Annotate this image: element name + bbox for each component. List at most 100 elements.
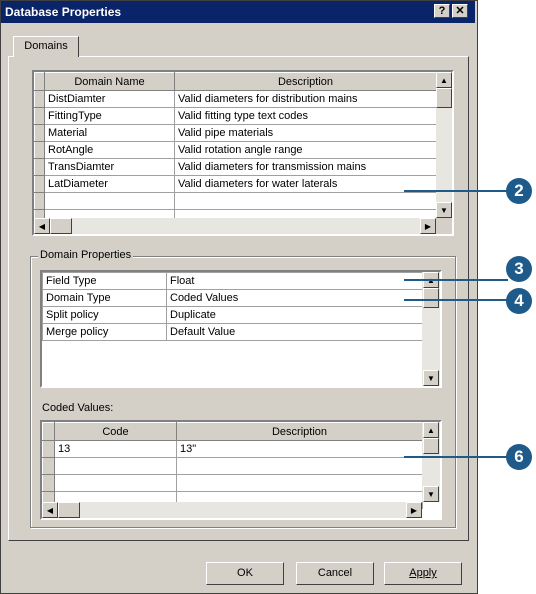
domain-name-cell[interactable] xyxy=(44,192,175,210)
scroll-right-arrow-icon[interactable]: ▶ xyxy=(420,218,436,234)
table-row[interactable]: Field Type Float xyxy=(42,272,423,290)
coded-values-label: Coded Values: xyxy=(42,402,114,414)
domain-description-cell[interactable]: Valid fitting type text codes xyxy=(174,107,437,125)
row-selector[interactable] xyxy=(34,175,45,193)
callout-badge: 3 xyxy=(506,256,532,282)
scroll-thumb[interactable] xyxy=(423,288,439,308)
ok-button[interactable]: OK xyxy=(206,562,284,585)
table-row[interactable]: LatDiameter Valid diameters for water lat… xyxy=(34,175,437,193)
callout-badge: 6 xyxy=(506,444,532,470)
property-value-cell[interactable]: Duplicate xyxy=(166,306,423,324)
scroll-thumb[interactable] xyxy=(50,218,72,234)
scroll-right-arrow-icon[interactable]: ▶ xyxy=(406,502,422,518)
property-value-cell[interactable]: Float xyxy=(166,272,423,290)
window-title: Database Properties xyxy=(5,5,122,19)
scroll-left-arrow-icon[interactable]: ◀ xyxy=(34,218,50,234)
tab-domains-label: Domains xyxy=(24,40,68,52)
row-selector-header xyxy=(42,422,55,441)
domain-description-cell[interactable]: Valid diameters for transmission mains xyxy=(174,158,437,176)
row-selector[interactable] xyxy=(34,107,45,125)
table-row[interactable]: Merge policy Default Value xyxy=(42,323,423,341)
table-row[interactable]: Split policy Duplicate xyxy=(42,306,423,324)
scroll-down-arrow-icon[interactable]: ▼ xyxy=(436,202,452,218)
domain-name-cell[interactable]: Material xyxy=(44,124,175,142)
property-value-cell[interactable]: Default Value xyxy=(166,323,423,341)
scroll-up-arrow-icon[interactable]: ▲ xyxy=(423,422,439,438)
table-row[interactable] xyxy=(34,192,437,210)
domain-properties-grid[interactable]: Field Type Float Domain Type Coded Values … xyxy=(40,270,442,388)
domains-vertical-scrollbar[interactable]: ▲ ▼ xyxy=(436,72,452,218)
column-header-domain-name[interactable]: Domain Name xyxy=(44,72,175,91)
scroll-down-arrow-icon[interactable]: ▼ xyxy=(423,486,439,502)
row-selector[interactable] xyxy=(34,192,45,210)
code-description-cell[interactable]: 13" xyxy=(176,440,423,458)
domain-description-cell[interactable]: Valid diameters for distribution mains xyxy=(174,90,437,108)
table-row[interactable]: 13 13" xyxy=(42,440,423,458)
properties-vertical-scrollbar[interactable]: ▲ ▼ xyxy=(422,272,440,386)
coded-values-grid[interactable]: Code Description 13 13" ▲ ▼ ◀ ▶ xyxy=(40,420,442,520)
domain-name-cell[interactable]: RotAngle xyxy=(44,141,175,159)
callout-badge: 4 xyxy=(506,288,532,314)
property-name-cell: Field Type xyxy=(42,272,167,290)
cancel-button[interactable]: Cancel xyxy=(296,562,374,585)
domain-description-cell[interactable]: Valid rotation angle range xyxy=(174,141,437,159)
domain-name-cell[interactable]: DistDiamter xyxy=(44,90,175,108)
table-row[interactable]: Material Valid pipe materials xyxy=(34,124,437,142)
domain-description-cell[interactable]: Valid diameters for water laterals xyxy=(174,175,437,193)
row-selector[interactable] xyxy=(34,158,45,176)
title-bar[interactable]: Database Properties xyxy=(1,1,475,23)
domain-name-cell[interactable]: FittingType xyxy=(44,107,175,125)
row-selector[interactable] xyxy=(34,141,45,159)
domain-description-cell[interactable]: Valid pipe materials xyxy=(174,124,437,142)
code-description-cell[interactable] xyxy=(176,457,423,475)
domains-grid[interactable]: Domain Name Description DistDiamter Valid… xyxy=(32,70,454,236)
coded-values-vertical-scrollbar[interactable]: ▲ ▼ xyxy=(422,422,440,502)
row-selector[interactable] xyxy=(42,474,55,492)
scroll-down-arrow-icon[interactable]: ▼ xyxy=(423,370,439,386)
domain-properties-label: Domain Properties xyxy=(38,249,134,261)
scroll-thumb[interactable] xyxy=(436,88,452,108)
code-description-cell[interactable] xyxy=(176,474,423,492)
table-row[interactable]: RotAngle Valid rotation angle range xyxy=(34,141,437,159)
callout-leader-line xyxy=(404,190,508,192)
apply-button[interactable]: Apply xyxy=(384,562,462,585)
table-row[interactable] xyxy=(42,474,423,492)
table-row[interactable] xyxy=(42,457,423,475)
code-cell[interactable]: 13 xyxy=(54,440,177,458)
row-selector-header xyxy=(34,72,45,91)
property-name-cell: Merge policy xyxy=(42,323,167,341)
scroll-thumb[interactable] xyxy=(423,438,439,454)
row-selector[interactable] xyxy=(42,457,55,475)
row-selector[interactable] xyxy=(42,440,55,458)
callout-leader-line xyxy=(404,299,508,301)
coded-values-horizontal-scrollbar[interactable]: ◀ ▶ xyxy=(42,502,422,518)
column-header-description[interactable]: Description xyxy=(176,422,423,441)
property-value-cell[interactable]: Coded Values xyxy=(166,289,423,307)
table-row[interactable]: Domain Type Coded Values xyxy=(42,289,423,307)
domain-description-cell[interactable] xyxy=(174,192,437,210)
tab-domains[interactable]: Domains xyxy=(13,36,79,57)
scroll-thumb[interactable] xyxy=(58,502,80,518)
scroll-left-arrow-icon[interactable]: ◀ xyxy=(42,502,58,518)
table-row[interactable]: FittingType Valid fitting type text codes xyxy=(34,107,437,125)
domain-name-cell[interactable]: TransDiamter xyxy=(44,158,175,176)
scroll-up-arrow-icon[interactable]: ▲ xyxy=(436,72,452,88)
callout-leader-line xyxy=(404,279,508,281)
coded-values-header: Code Description xyxy=(42,422,423,441)
property-name-cell: Split policy xyxy=(42,306,167,324)
table-row[interactable]: TransDiamter Valid diameters for transmis… xyxy=(34,158,437,176)
table-row[interactable]: DistDiamter Valid diameters for distribut… xyxy=(34,90,437,108)
code-cell[interactable] xyxy=(54,457,177,475)
column-header-description[interactable]: Description xyxy=(174,72,437,91)
row-selector[interactable] xyxy=(34,124,45,142)
domains-horizontal-scrollbar[interactable]: ◀ ▶ xyxy=(34,218,436,234)
close-button[interactable]: ✕ xyxy=(452,4,468,18)
callout-leader-line xyxy=(404,456,508,458)
code-cell[interactable] xyxy=(54,474,177,492)
column-header-code[interactable]: Code xyxy=(54,422,177,441)
row-selector[interactable] xyxy=(34,90,45,108)
domains-grid-header: Domain Name Description xyxy=(34,72,437,91)
domain-name-cell[interactable]: LatDiameter xyxy=(44,175,175,193)
help-button[interactable]: ? xyxy=(434,4,450,18)
property-name-cell: Domain Type xyxy=(42,289,167,307)
